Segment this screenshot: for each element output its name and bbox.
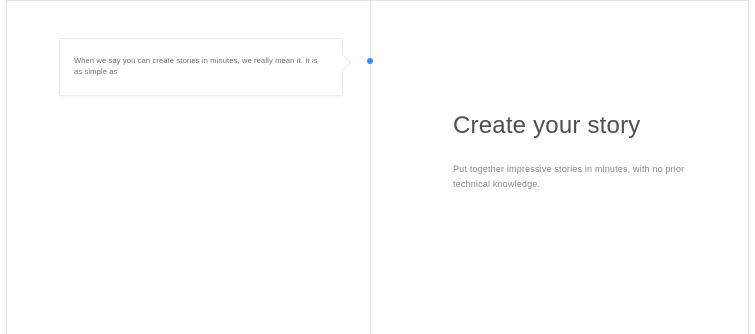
frame-right-border (748, 0, 749, 334)
page-frame: When we say you can create stories in mi… (0, 0, 755, 334)
tooltip-text: When we say you can create stories in mi… (74, 56, 318, 76)
timeline-line (370, 0, 371, 334)
tooltip-bubble: When we say you can create stories in mi… (59, 38, 343, 96)
frame-left-border (6, 0, 7, 334)
frame-top-border (6, 0, 749, 1)
timeline-dot-icon (367, 58, 373, 64)
page-subtitle: Put together impressive stories in minut… (453, 164, 685, 189)
page-title: Create your story (453, 112, 641, 139)
